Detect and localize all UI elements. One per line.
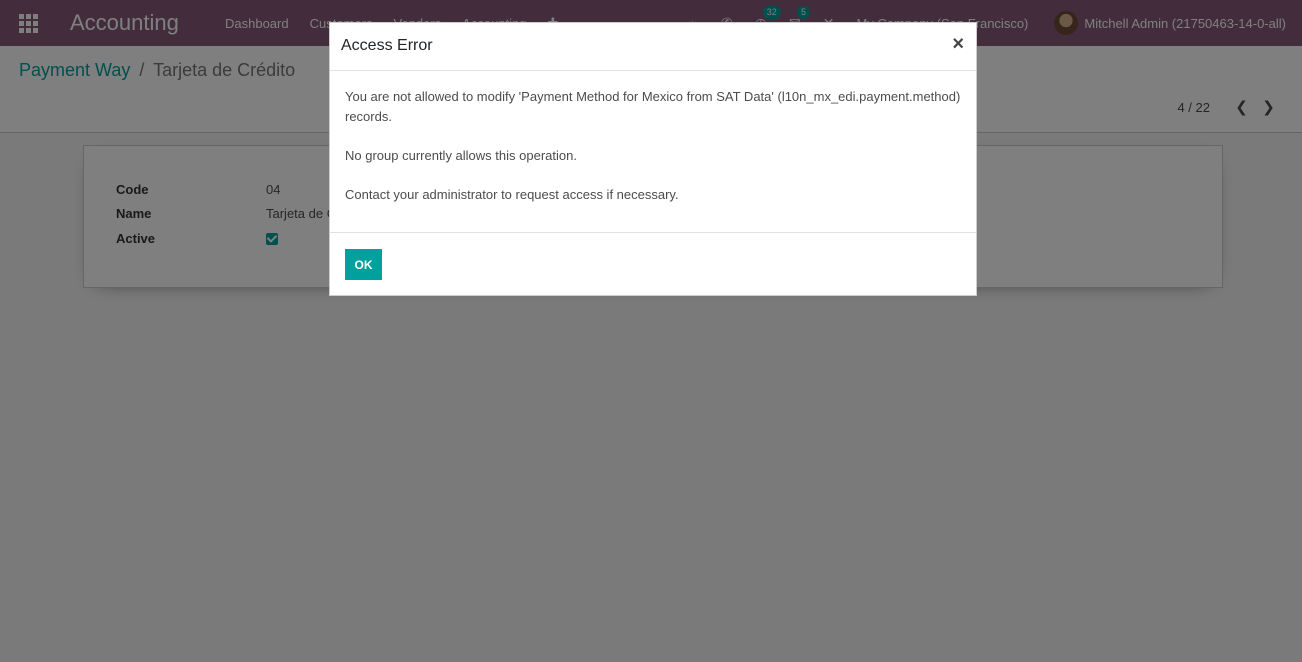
error-message: You are not allowed to modify 'Payment M… [345,89,961,124]
dialog-footer: OK [330,232,976,295]
access-error-dialog: Access Error × You are not allowed to mo… [329,22,977,296]
close-icon[interactable]: × [952,34,964,54]
ok-button[interactable]: OK [345,249,382,280]
dialog-header: Access Error × [330,23,976,71]
dialog-body: You are not allowed to modify 'Payment M… [345,87,965,224]
error-detail: No group currently allows this operation… [345,148,577,163]
dialog-title: Access Error [341,37,433,54]
error-hint: Contact your administrator to request ac… [345,187,679,202]
